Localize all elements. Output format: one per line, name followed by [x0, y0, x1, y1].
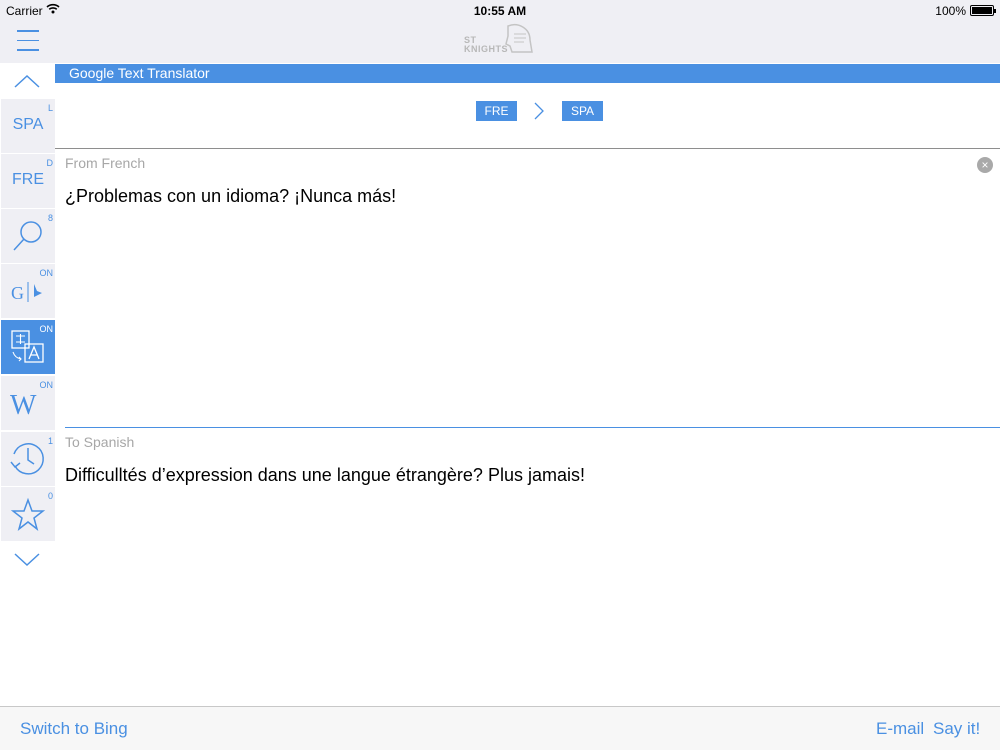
- target-label: To Spanish: [65, 434, 135, 450]
- bottom-toolbar: Switch to Bing E-mail Say it!: [0, 706, 1000, 750]
- scroll-up-icon[interactable]: [0, 64, 55, 100]
- sidebar-badge: L: [47, 103, 53, 113]
- menu-icon[interactable]: [17, 30, 39, 52]
- source-text-input[interactable]: ¿Problemas con un idioma? ¡Nunca más!: [65, 186, 396, 207]
- sidebar-item-favorites[interactable]: 0: [1, 487, 55, 541]
- sidebar-item-label: SPA: [12, 116, 44, 133]
- source-label: From French: [65, 155, 146, 171]
- google-bing-icon: G: [11, 282, 42, 303]
- sidebar-item-translate[interactable]: ON: [1, 320, 55, 374]
- sidebar-item-wikipedia[interactable]: ON W: [1, 376, 55, 430]
- email-button[interactable]: E-mail: [876, 719, 924, 739]
- switch-to-bing-button[interactable]: Switch to Bing: [20, 719, 128, 739]
- divider: [65, 427, 1000, 428]
- sidebar-item-history[interactable]: 1: [1, 432, 55, 486]
- target-language-button[interactable]: SPA: [562, 101, 603, 121]
- battery-icon: [970, 5, 996, 16]
- star-icon: [10, 497, 46, 531]
- source-language-button[interactable]: FRE: [476, 101, 517, 121]
- search-icon: [13, 221, 42, 251]
- sidebar-item-spa[interactable]: L SPA: [1, 99, 55, 153]
- wikipedia-icon: W: [10, 390, 37, 421]
- chevron-right-icon: [534, 102, 544, 120]
- history-icon: [10, 443, 44, 475]
- svg-text:G: G: [11, 283, 24, 303]
- clear-icon[interactable]: ×: [977, 157, 993, 173]
- divider: [55, 148, 1000, 149]
- sidebar-item-google-bing[interactable]: ON G: [1, 264, 55, 318]
- sidebar-item-search[interactable]: 8: [1, 209, 55, 263]
- say-it-button[interactable]: Say it!: [933, 719, 980, 739]
- status-time: 10:55 AM: [473, 4, 527, 18]
- sidebar-item-label: FRE: [12, 171, 44, 188]
- status-bar: Carrier 10:55 AM 100%: [0, 0, 1000, 20]
- battery-percent: 100%: [935, 4, 966, 18]
- sidebar-item-fre[interactable]: D FRE: [1, 154, 55, 208]
- page-title: Google Text Translator: [55, 64, 1000, 83]
- sidebar: L SPA D FRE 8 ON G ON ON W 1 0: [0, 63, 55, 706]
- scroll-down-icon[interactable]: [0, 542, 55, 578]
- logo-text: ST KNIGHTS: [464, 35, 508, 54]
- nav-bar: Carrier 10:55 AM 100% ST KNIGHTS: [0, 0, 1000, 63]
- sidebar-badge: D: [46, 158, 54, 168]
- translate-icon: [11, 330, 44, 363]
- app-logo: ST KNIGHTS: [462, 22, 538, 58]
- translated-text: Difficulltés d’expression dans une langu…: [65, 465, 585, 485]
- svg-text:W: W: [10, 390, 37, 421]
